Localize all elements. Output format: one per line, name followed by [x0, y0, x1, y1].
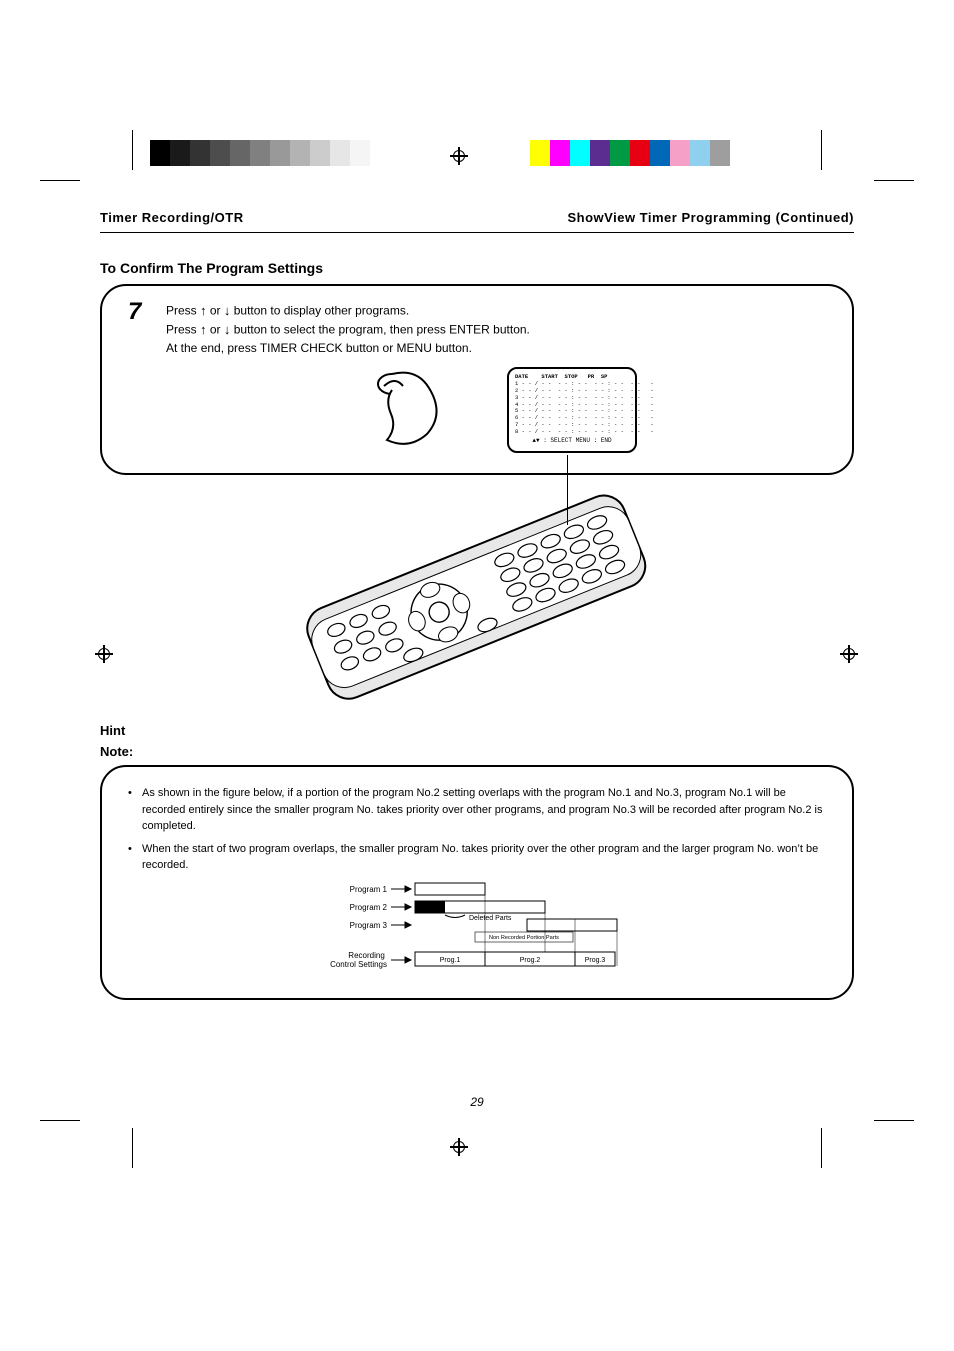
swatch — [170, 140, 190, 166]
tv-nav-hint: ▲▼ : SELECT MENU : END — [515, 437, 629, 445]
swatch — [310, 140, 330, 166]
crop-mark-icon — [821, 1128, 822, 1168]
page-number: 29 — [0, 1095, 954, 1109]
step-text-frag: button to select the program, then press… — [234, 322, 530, 336]
timing-diagram: Program 1 Program 2 Program 3 Recording … — [327, 880, 627, 976]
registration-mark-icon — [450, 147, 468, 165]
swatch — [550, 140, 570, 166]
header-right: ShowView Timer Programming (Continued) — [568, 210, 855, 225]
step-text: Press ↑ or ↓ button to display other pro… — [166, 302, 828, 357]
swatch — [630, 140, 650, 166]
diagram-deleted-label: Deleted Parts — [469, 915, 512, 922]
swatch — [270, 140, 290, 166]
step-7-box: 7 Press ↑ or ↓ button to display other p… — [100, 284, 854, 475]
tv-screen: DATE START STOP PR SP 1 - - / - - - - : … — [507, 367, 637, 453]
arrow-up-icon: ↑ — [200, 302, 207, 321]
crop-mark-icon — [821, 130, 822, 170]
swatch — [150, 140, 170, 166]
swatch — [290, 140, 310, 166]
swatch — [210, 140, 230, 166]
registration-mark-icon — [450, 1138, 468, 1156]
header-rule — [100, 232, 854, 233]
step-number: 7 — [128, 298, 141, 326]
crop-mark-icon — [874, 1120, 914, 1121]
arrow-down-icon: ↓ — [224, 321, 231, 340]
diagram-prog2: Prog.2 — [520, 957, 541, 964]
hand-press-icon — [357, 370, 477, 450]
remote-illustration — [267, 489, 687, 709]
step-text-frag: or — [210, 304, 224, 318]
note-box: •As shown in the figure below, if a port… — [100, 765, 854, 1000]
swatch — [190, 140, 210, 166]
swatch — [530, 140, 550, 166]
note-item: •When the start of two program overlaps,… — [128, 841, 826, 874]
swatch — [690, 140, 710, 166]
diagram-label-p3: Program 3 — [350, 921, 388, 930]
arrow-up-icon: ↑ — [200, 321, 207, 340]
diagram-prog3: Prog.3 — [585, 957, 606, 964]
diagram-label-ctrl: Recording Control Settings — [330, 951, 387, 969]
page-header: Timer Recording/OTR ShowView Timer Progr… — [100, 210, 854, 225]
section-title: To Confirm The Program Settings — [100, 260, 854, 276]
step-text-frag: At the end, press TIMER CHECK button or … — [166, 341, 472, 355]
arrow-down-icon: ↓ — [224, 302, 231, 321]
diagram-label-p1: Program 1 — [350, 885, 388, 894]
swatch — [250, 140, 270, 166]
callout-leader-line — [567, 455, 568, 525]
swatch — [350, 140, 370, 166]
swatch — [230, 140, 250, 166]
crop-mark-icon — [874, 180, 914, 181]
swatch — [330, 140, 350, 166]
swatch — [610, 140, 630, 166]
grayscale-swatches — [150, 140, 390, 166]
diagram-prog1: Prog.1 — [440, 957, 461, 964]
step-text-frag: or — [210, 322, 224, 336]
tv-row: 8 - - / - - - - : - - - - : - - - - - — [515, 429, 629, 436]
diagram-nonrec-label: Non Recorded Portion Parts — [489, 935, 559, 941]
step-text-frag: button to display other programs. — [234, 304, 409, 318]
hint-title: Hint — [100, 723, 854, 738]
note-text: When the start of two program overlaps, … — [142, 841, 826, 874]
swatch — [710, 140, 730, 166]
bullet-icon: • — [128, 841, 142, 874]
diagram-label-p2: Program 2 — [350, 903, 388, 912]
bullet-icon: • — [128, 785, 142, 835]
color-swatches — [530, 140, 730, 166]
swatch — [590, 140, 610, 166]
crop-mark-icon — [132, 1128, 133, 1168]
crop-mark-icon — [40, 1120, 80, 1121]
note-text: As shown in the figure below, if a porti… — [142, 785, 826, 835]
note-title: Note: — [100, 744, 854, 759]
step-text-frag: Press — [166, 322, 200, 336]
swatch — [370, 140, 390, 166]
note-item: •As shown in the figure below, if a port… — [128, 785, 826, 835]
crop-mark-icon — [40, 180, 80, 181]
header-left: Timer Recording/OTR — [100, 210, 244, 225]
crop-mark-icon — [132, 130, 133, 170]
swatch — [670, 140, 690, 166]
swatch — [650, 140, 670, 166]
swatch — [570, 140, 590, 166]
step-text-frag: Press — [166, 304, 200, 318]
